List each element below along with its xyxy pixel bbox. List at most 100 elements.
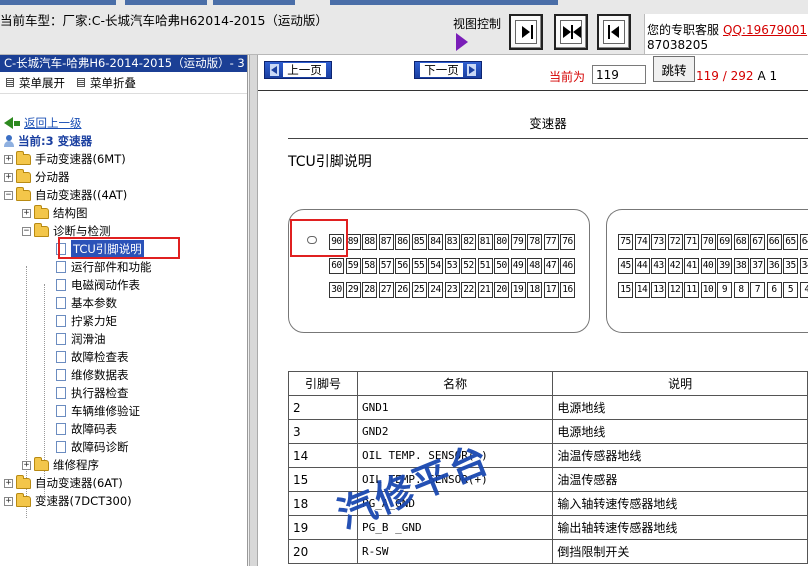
connector-pin: 18 [527, 282, 542, 298]
connector-pin: 6 [766, 282, 782, 298]
tree-label: 故障检查表 [71, 350, 129, 364]
connector-pin: 19 [510, 282, 526, 298]
document-icon [56, 423, 66, 435]
connector-pin: 76 [560, 234, 575, 250]
section-title: 变速器 [288, 113, 808, 139]
jump-button[interactable]: 跳转 [653, 56, 695, 82]
collapse-icon[interactable]: − [22, 226, 31, 236]
tree-leaf[interactable]: 故障码诊断 [56, 438, 129, 456]
connector-pin: 78 [527, 234, 542, 250]
menu-collapse-button[interactable]: 菜单折叠 [77, 75, 136, 91]
tree-leaf[interactable]: 执行器检查 [56, 384, 129, 402]
left-panel-title: C-长城汽车-哈弗H6-2014-2015（运动版）- 3 [0, 55, 247, 72]
panel-splitter[interactable] [249, 55, 258, 566]
expand-icon[interactable]: + [4, 478, 13, 488]
view-expand-left-button[interactable] [597, 14, 631, 50]
tree-label: 故障码诊断 [71, 440, 129, 454]
top-tab[interactable] [125, 0, 207, 5]
current-page-label: 当前为 [549, 70, 586, 84]
connector-pin: 13 [651, 282, 666, 298]
tree-item-repair[interactable]: + 维修程序 [22, 456, 99, 474]
menu-expand-button[interactable]: 菜单展开 [6, 75, 65, 91]
tree-label: 故障码表 [71, 422, 117, 436]
tree-leaf[interactable]: 运行部件和功能 [56, 258, 152, 276]
connector-pin: 54 [428, 258, 443, 274]
top-tab[interactable] [330, 0, 558, 5]
tree-label: 分动器 [35, 170, 70, 184]
connector-pin: 12 [667, 282, 683, 298]
tree-item-6at[interactable]: + 自动变速器(6AT) [4, 474, 123, 492]
highlight-box [58, 237, 180, 259]
table-header-row: 引脚号 名称 说明 [288, 371, 808, 396]
tree-label: 运行部件和功能 [71, 260, 152, 274]
expand-icon[interactable]: + [22, 460, 31, 470]
tree-item-manual[interactable]: + 手动变速器(6MT) [4, 150, 126, 168]
tree-item-transfer[interactable]: + 分动器 [4, 168, 70, 186]
tree-item-structure[interactable]: + 结构图 [22, 204, 88, 222]
column-header: 名称 [356, 371, 554, 396]
pin-desc: 输出轴转速传感器地线 [552, 515, 808, 540]
collapse-icon[interactable]: − [4, 190, 13, 200]
arrow-left-icon [573, 26, 581, 38]
tree-leaf[interactable]: 基本参数 [56, 294, 117, 312]
connector-pin: 82 [461, 234, 476, 250]
document-icon [56, 279, 66, 291]
expand-icon[interactable]: + [22, 208, 31, 218]
next-page-button[interactable]: 下一页 [414, 61, 482, 79]
tree-item-dct[interactable]: + 变速器(7DCT300) [4, 492, 132, 510]
tree-leaf[interactable]: 故障码表 [56, 420, 117, 438]
tree-leaf[interactable]: 润滑油 [56, 330, 106, 348]
user-icon [4, 135, 14, 147]
connector-pin: 53 [444, 258, 460, 274]
connector-pin: 7 [750, 282, 765, 298]
tree-leaf[interactable]: 电磁阀动作表 [56, 276, 140, 294]
folder-open-icon [16, 186, 31, 201]
document-icon [56, 351, 66, 363]
view-expand-right-button[interactable] [509, 14, 543, 50]
folder-icon [16, 168, 31, 183]
pin-desc: 输入轴转速传感器地线 [552, 491, 808, 516]
back-link[interactable]: 返回上一级 [4, 114, 82, 132]
arrow-right-icon [522, 26, 530, 38]
connector-pin: 74 [634, 234, 650, 250]
connector-pin: 50 [494, 258, 509, 274]
tree-label: 润滑油 [71, 332, 106, 346]
tree-leaf[interactable]: 拧紧力矩 [56, 312, 117, 330]
connector-pin: 59 [345, 258, 361, 274]
current-car-model: 当前车型：厂家:C-长城汽车哈弗H62014-2015（运动版） [0, 13, 328, 28]
expand-icon[interactable]: + [4, 172, 13, 182]
connector-pin: 66 [766, 234, 782, 250]
tree-leaf[interactable]: 故障检查表 [56, 348, 129, 366]
prev-page-label: 上一页 [283, 63, 326, 77]
connector-pin: 85 [411, 234, 427, 250]
expand-icon[interactable]: + [4, 154, 13, 164]
qq-link[interactable]: QQ:19679001 [723, 23, 807, 37]
pin-desc: 油温传感器 [552, 467, 808, 492]
tree-leaf[interactable]: 维修数据表 [56, 366, 129, 384]
page-number-input[interactable] [592, 65, 646, 84]
connector-pin: 77 [543, 234, 559, 250]
connector-pin: 29 [345, 282, 361, 298]
tree-item-4at[interactable]: − 自动变速器((4AT) [4, 186, 127, 204]
connector-pin: 64 [799, 234, 808, 250]
folder-icon [16, 150, 31, 165]
connector-pin: 38 [733, 258, 749, 274]
folder-open-icon [34, 222, 49, 237]
page-heading: TCU引脚说明 [288, 154, 372, 170]
back-arrow-icon [4, 117, 13, 129]
connector-pin: 24 [428, 282, 443, 298]
connector-pin: 52 [461, 258, 476, 274]
prev-page-button[interactable]: 上一页 [264, 61, 332, 79]
pin-table: 引脚号 名称 说明 2 GND1 电源地线 3 GND2 电源地线 14 OIL TEMP… [288, 371, 808, 564]
connector-pin: 10 [700, 282, 716, 298]
page-count: 119 / 292 A 1 [696, 69, 777, 83]
pin-desc: 电源地线 [552, 395, 808, 420]
connector-pin: 65 [783, 234, 798, 250]
expand-icon[interactable]: + [4, 496, 13, 506]
top-tab[interactable] [213, 0, 295, 5]
view-split-button[interactable] [554, 14, 588, 50]
tree-leaf[interactable]: 车辆维修验证 [56, 402, 140, 420]
connector-pin: 42 [667, 258, 683, 274]
view-control-label: 视图控制 [453, 17, 502, 31]
top-tab[interactable] [0, 0, 116, 5]
